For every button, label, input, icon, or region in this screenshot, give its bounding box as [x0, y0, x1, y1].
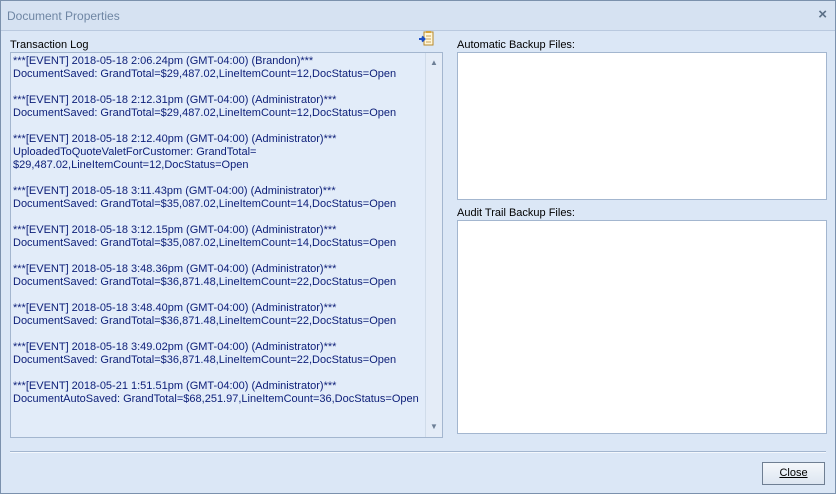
window-title: Document Properties — [7, 9, 120, 23]
log-entry: ***[EVENT] 2018-05-21 1:51.51pm (GMT-04:… — [13, 380, 419, 405]
automatic-backup-label: Automatic Backup Files: — [457, 39, 575, 51]
close-button[interactable]: Close — [762, 462, 825, 485]
footer-divider — [10, 451, 826, 453]
close-button-label: Close — [779, 467, 808, 479]
document-properties-dialog: Document Properties × Transaction Log **… — [0, 0, 836, 494]
log-entry: ***[EVENT] 2018-05-18 3:48.40pm (GMT-04:… — [13, 302, 397, 327]
transaction-log-label: Transaction Log — [10, 39, 89, 51]
transaction-log-content: ***[EVENT] 2018-05-18 2:06.24pm (GMT-04:… — [13, 55, 421, 419]
log-entry: ***[EVENT] 2018-05-18 2:12.40pm (GMT-04:… — [13, 133, 337, 171]
log-entry: ***[EVENT] 2018-05-18 3:11.43pm (GMT-04:… — [13, 185, 397, 210]
log-entry: ***[EVENT] 2018-05-18 3:49.02pm (GMT-04:… — [13, 341, 397, 366]
export-to-document-icon[interactable] — [418, 30, 436, 48]
audit-trail-backup-label: Audit Trail Backup Files: — [457, 207, 575, 219]
automatic-backup-list[interactable] — [457, 52, 827, 200]
log-entry: ***[EVENT] 2018-05-18 3:12.15pm (GMT-04:… — [13, 224, 397, 249]
log-entry: ***[EVENT] 2018-05-18 3:48.36pm (GMT-04:… — [13, 263, 397, 288]
audit-trail-backup-list[interactable] — [457, 220, 827, 434]
log-scrollbar[interactable]: ▲ ▼ — [425, 53, 442, 437]
log-entry: ***[EVENT] 2018-05-18 2:12.31pm (GMT-04:… — [13, 94, 397, 119]
title-bar: Document Properties × — [1, 1, 835, 31]
log-entry: ***[EVENT] 2018-05-18 2:06.24pm (GMT-04:… — [13, 55, 397, 80]
scroll-up-icon[interactable]: ▲ — [426, 55, 442, 71]
transaction-log-textarea[interactable]: ***[EVENT] 2018-05-18 2:06.24pm (GMT-04:… — [10, 52, 443, 438]
scroll-down-icon[interactable]: ▼ — [426, 419, 442, 435]
close-icon[interactable]: × — [818, 6, 827, 24]
